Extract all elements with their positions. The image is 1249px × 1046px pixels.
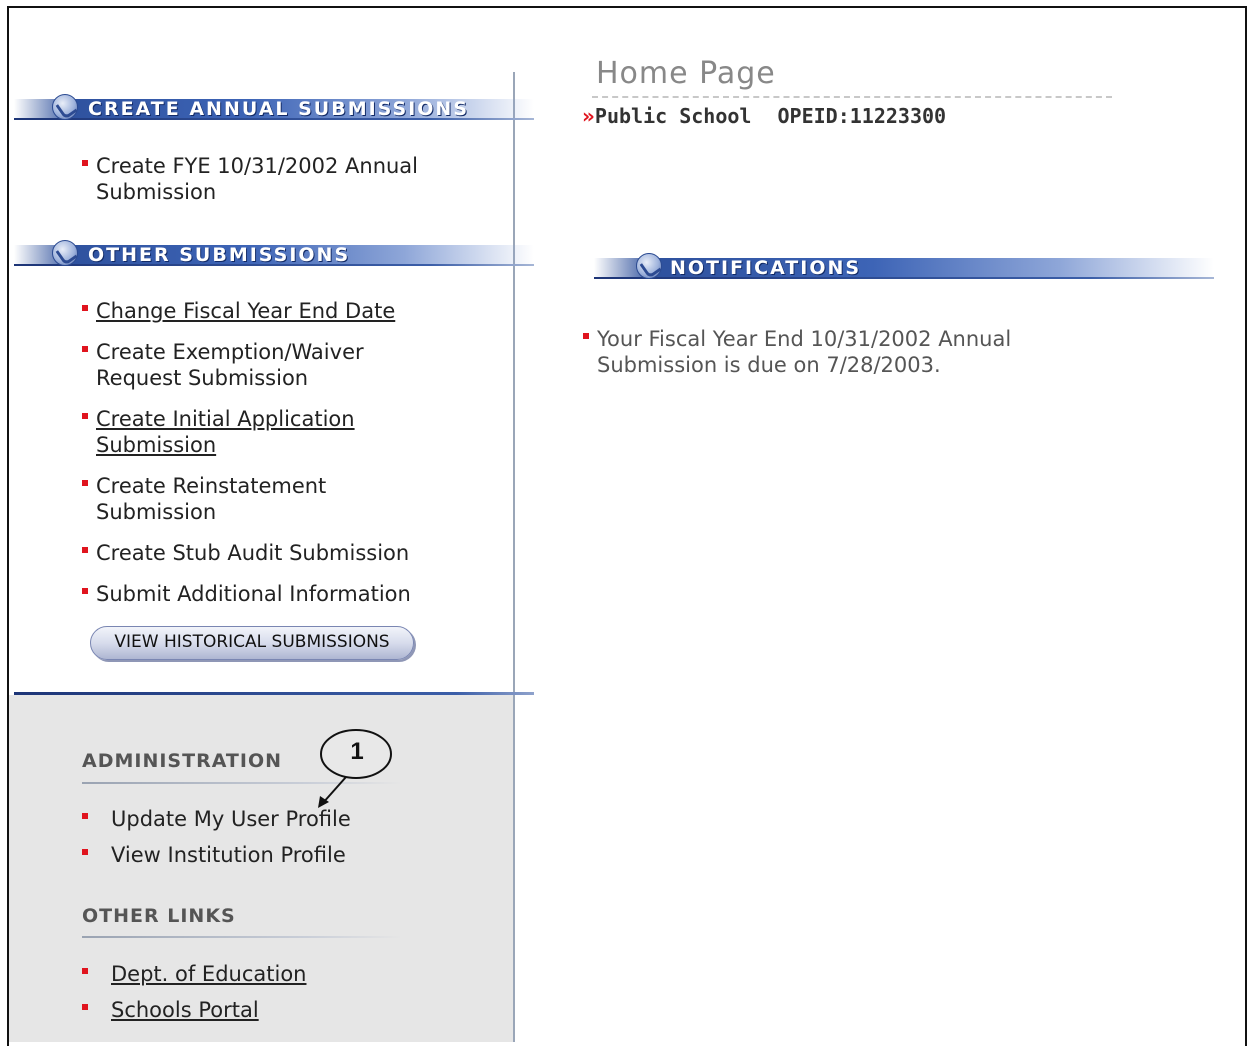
opeid-label: OPEID:11223300 (777, 104, 947, 128)
view-institution-profile-item[interactable]: View Institution Profile (82, 842, 346, 868)
create-stub-audit-item[interactable]: Create Stub Audit Submission (81, 540, 409, 566)
other-submissions-banner: OTHER SUBMISSIONS (14, 236, 534, 266)
dept-education-link[interactable]: Dept. of Education (81, 961, 306, 987)
notifications-title: NOTIFICATIONS (670, 257, 862, 279)
title-rule (592, 96, 1112, 98)
logo-icon (52, 94, 78, 120)
other-submissions-title: OTHER SUBMISSIONS (88, 244, 351, 266)
logo-icon (52, 240, 78, 266)
other-links-heading: OTHER LINKS (82, 905, 236, 927)
notifications-banner: NOTIFICATIONS (594, 249, 1214, 279)
column-divider (513, 72, 515, 1042)
breadcrumb: »Public School OPEID:11223300 (582, 104, 946, 128)
view-historical-submissions-button[interactable]: VIEW HISTORICAL SUBMISSIONS (90, 626, 414, 660)
notification-item: Your Fiscal Year End 10/31/2002 Annual S… (582, 327, 1012, 377)
create-annual-banner: CREATE ANNUAL SUBMISSIONS (14, 90, 534, 120)
schools-portal-link[interactable]: Schools Portal (82, 997, 259, 1023)
admin-panel (9, 695, 513, 1042)
create-initial-application-link[interactable]: Create Initial Application Submission (82, 406, 355, 458)
administration-heading: ADMINISTRATION (82, 750, 283, 772)
breadcrumb-marker: » (582, 104, 595, 128)
create-annual-title: CREATE ANNUAL SUBMISSIONS (88, 98, 470, 120)
callout-number: 1 (350, 738, 364, 765)
create-exemption-item[interactable]: Create Exemption/Waiver Request Submissi… (82, 339, 364, 391)
institution-name: Public School (594, 104, 752, 128)
create-reinstatement-item[interactable]: Create Reinstatement Submission (81, 473, 326, 525)
submit-additional-info-item[interactable]: Submit Additional Information (82, 581, 411, 607)
change-fiscal-year-link[interactable]: Change Fiscal Year End Date (81, 298, 395, 324)
page-title: Home Page (596, 56, 776, 91)
create-annual-item[interactable]: Create FYE 10/31/2002 Annual Submission (81, 153, 418, 205)
other-links-rule (82, 936, 402, 938)
logo-icon (636, 253, 662, 279)
